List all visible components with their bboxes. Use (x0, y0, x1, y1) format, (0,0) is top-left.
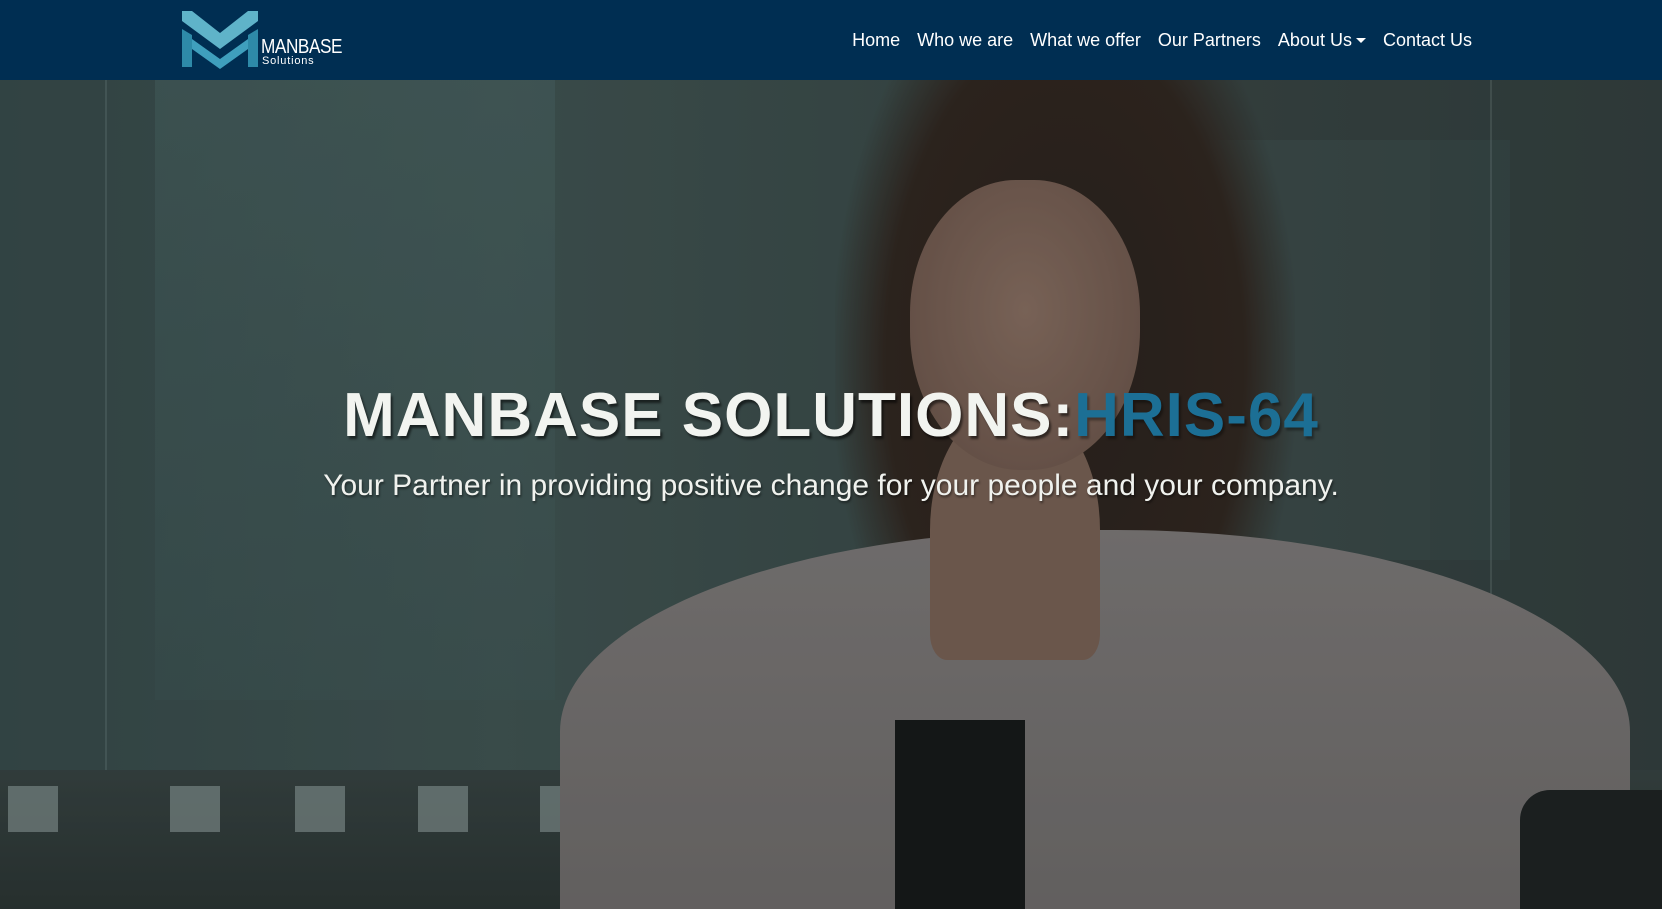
main-nav: Home Who we are What we offer Our Partne… (835, 0, 1472, 80)
nav-about-us-dropdown[interactable]: About Us (1278, 30, 1366, 51)
brand-logo[interactable]: MANBASE Solutions (182, 11, 352, 69)
hero-title-accent: HRIS-64 (1074, 381, 1319, 450)
nav-what-we-offer[interactable]: What we offer (1030, 30, 1141, 51)
nav-our-partners[interactable]: Our Partners (1158, 30, 1261, 51)
hero-subtitle: Your Partner in providing positive chang… (323, 469, 1339, 502)
nav-who-we-are[interactable]: Who we are (917, 30, 1013, 51)
hero-section: MANBASE SOLUTIONS:HRIS-64 Your Partner i… (0, 80, 1662, 909)
manbase-logo-icon (182, 11, 258, 69)
navbar: MANBASE Solutions Home Who we are What w… (0, 0, 1662, 80)
nav-contact-us[interactable]: Contact Us (1383, 30, 1472, 51)
nav-about-us-label: About Us (1277, 29, 1352, 50)
hero-title-main: MANBASE SOLUTIONS: (343, 381, 1075, 450)
caret-down-icon (1355, 37, 1366, 43)
nav-home[interactable]: Home (852, 30, 900, 51)
brand-tagline: Solutions (262, 55, 315, 67)
hero-title: MANBASE SOLUTIONS:HRIS-64 (0, 380, 1662, 451)
